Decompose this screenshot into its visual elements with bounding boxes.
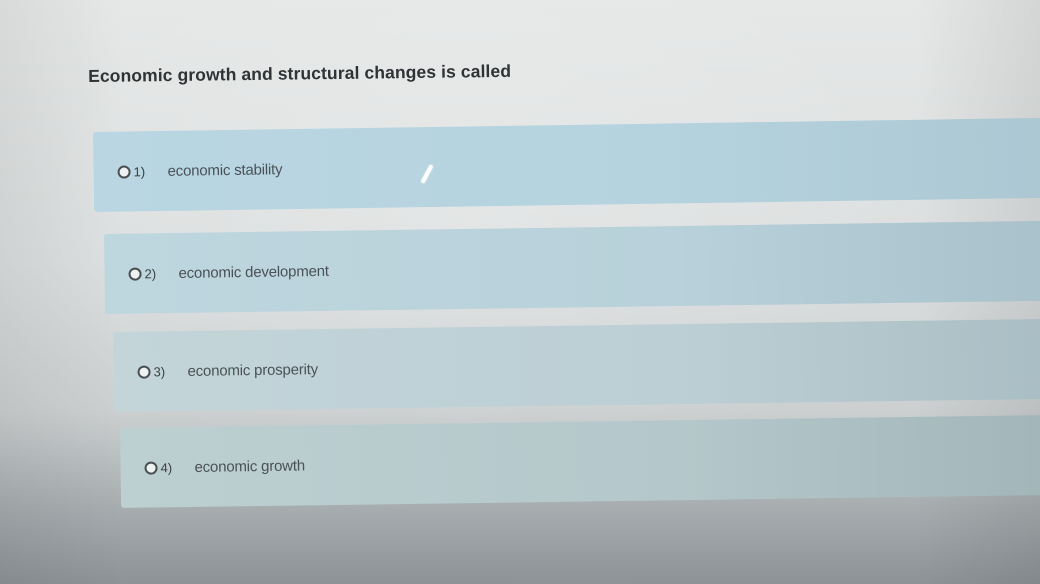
option-number: 3)	[153, 363, 166, 379]
option-number: 1)	[133, 163, 146, 179]
answer-option-4[interactable]: 4) economic growth	[120, 414, 1040, 508]
option-label: economic prosperity	[187, 360, 319, 380]
radio-button-icon[interactable]	[137, 364, 151, 379]
radio-button-icon[interactable]	[117, 164, 131, 179]
option-number: 2)	[144, 265, 157, 281]
option-label: economic stability	[167, 160, 283, 180]
answer-option-2[interactable]: 2) economic development	[104, 220, 1040, 314]
option-label: economic development	[178, 262, 329, 282]
option-label: economic growth	[194, 456, 306, 476]
answer-option-1[interactable]: 1) economic stability	[93, 117, 1040, 212]
option-number: 4)	[160, 459, 173, 475]
answer-option-3[interactable]: 3) economic prosperity	[113, 318, 1040, 412]
radio-button-icon[interactable]	[144, 460, 158, 475]
question-text: Economic growth and structural changes i…	[88, 60, 512, 86]
radio-button-icon[interactable]	[128, 266, 142, 281]
